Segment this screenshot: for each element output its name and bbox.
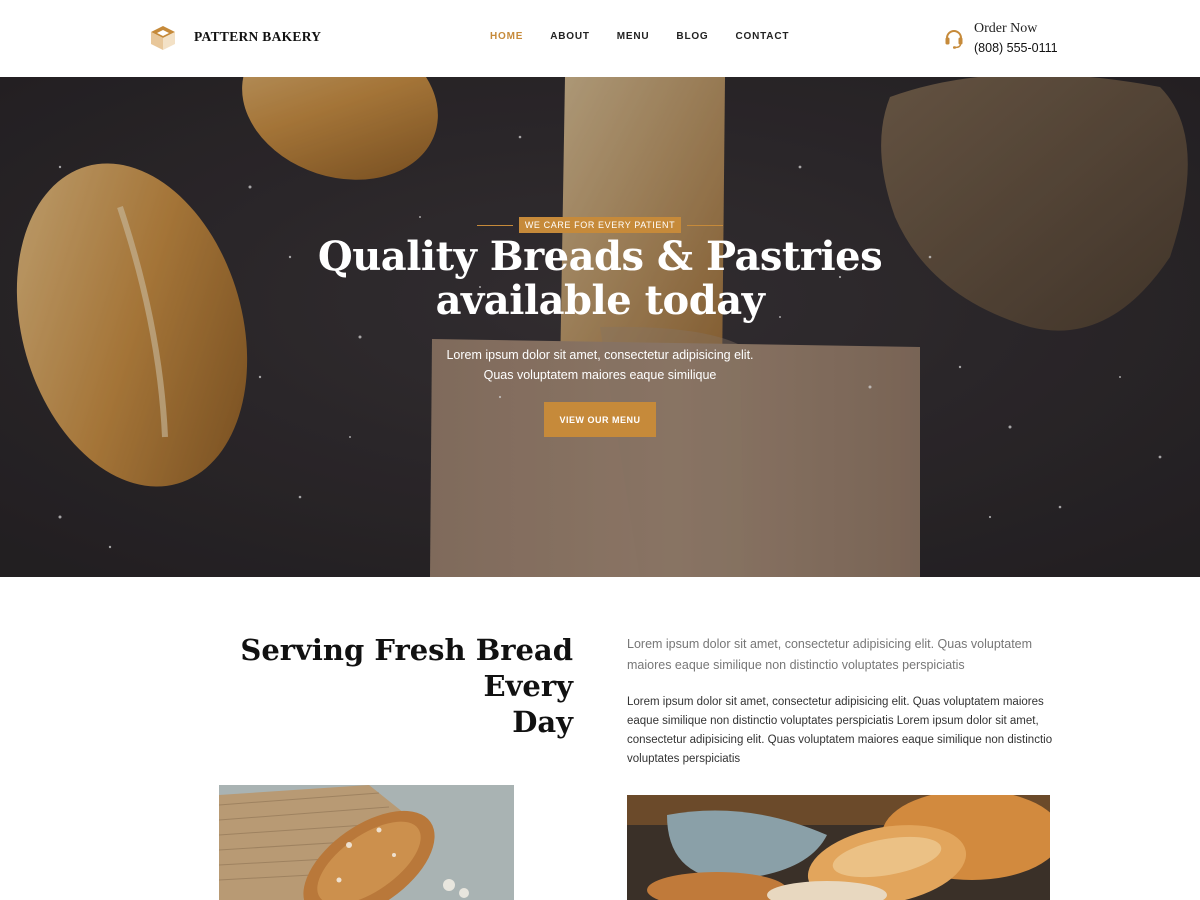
hero-badge: WE CARE FOR EVERY PATIENT [518,217,682,233]
hero-bread-image [0,77,1200,577]
order-phone[interactable]: (808) 555-0111 [974,39,1058,57]
section-title-line1: Serving Fresh Bread Every [240,633,573,703]
hero-subtitle-line1: Lorem ipsum dolor sit amet, consectetur … [446,348,754,362]
site-header: PATTERN BAKERY HOME ABOUT MENU BLOG CONT… [0,0,1200,77]
about-body: Lorem ipsum dolor sit amet, consectetur … [627,696,1053,765]
brand-name: PATTERN BAKERY [194,29,322,44]
logo[interactable]: PATTERN BAKERY [148,24,321,50]
section-title-line2: Day [512,705,573,739]
badge-line-right [687,224,724,226]
hero-subtitle-line2: Quas voluptatem maiores eaque similique [483,368,717,382]
about-lead: Lorem ipsum dolor sit amet, consectetur … [627,637,1033,672]
order-now[interactable]: Order Now (808) 555-0111 [944,20,1058,57]
hero-section: WE CARE FOR EVERY PATIENT Quality Breads… [0,77,1200,577]
nav-home[interactable]: HOME [490,31,523,42]
headset-icon [945,30,963,49]
nav-about[interactable]: ABOUT [550,31,590,42]
bakery-logo-icon [151,26,175,50]
order-title: Order Now [974,21,1038,36]
badge-line-left [476,224,513,226]
hero-subtitle: Lorem ipsum dolor sit amet, consectetur … [0,345,1200,385]
main-nav: HOME ABOUT MENU BLOG CONTACT [490,31,816,42]
bread-loaves-image [627,795,1050,900]
nav-blog[interactable]: BLOG [676,31,708,42]
nav-menu[interactable]: MENU [617,31,650,42]
hero-title-line2: available today [435,277,765,324]
bread-burlap-image [219,785,514,900]
nav-contact[interactable]: CONTACT [736,31,790,42]
view-menu-button[interactable]: VIEW OUR MENU [544,402,656,437]
hero-title-line1: Quality Breads & Pastries [317,233,883,280]
section-title: Serving Fresh Bread Every Day [150,632,573,740]
hero-title: Quality Breads & Pastries available toda… [0,235,1200,323]
hero-badge-row: WE CARE FOR EVERY PATIENT [0,217,1200,233]
